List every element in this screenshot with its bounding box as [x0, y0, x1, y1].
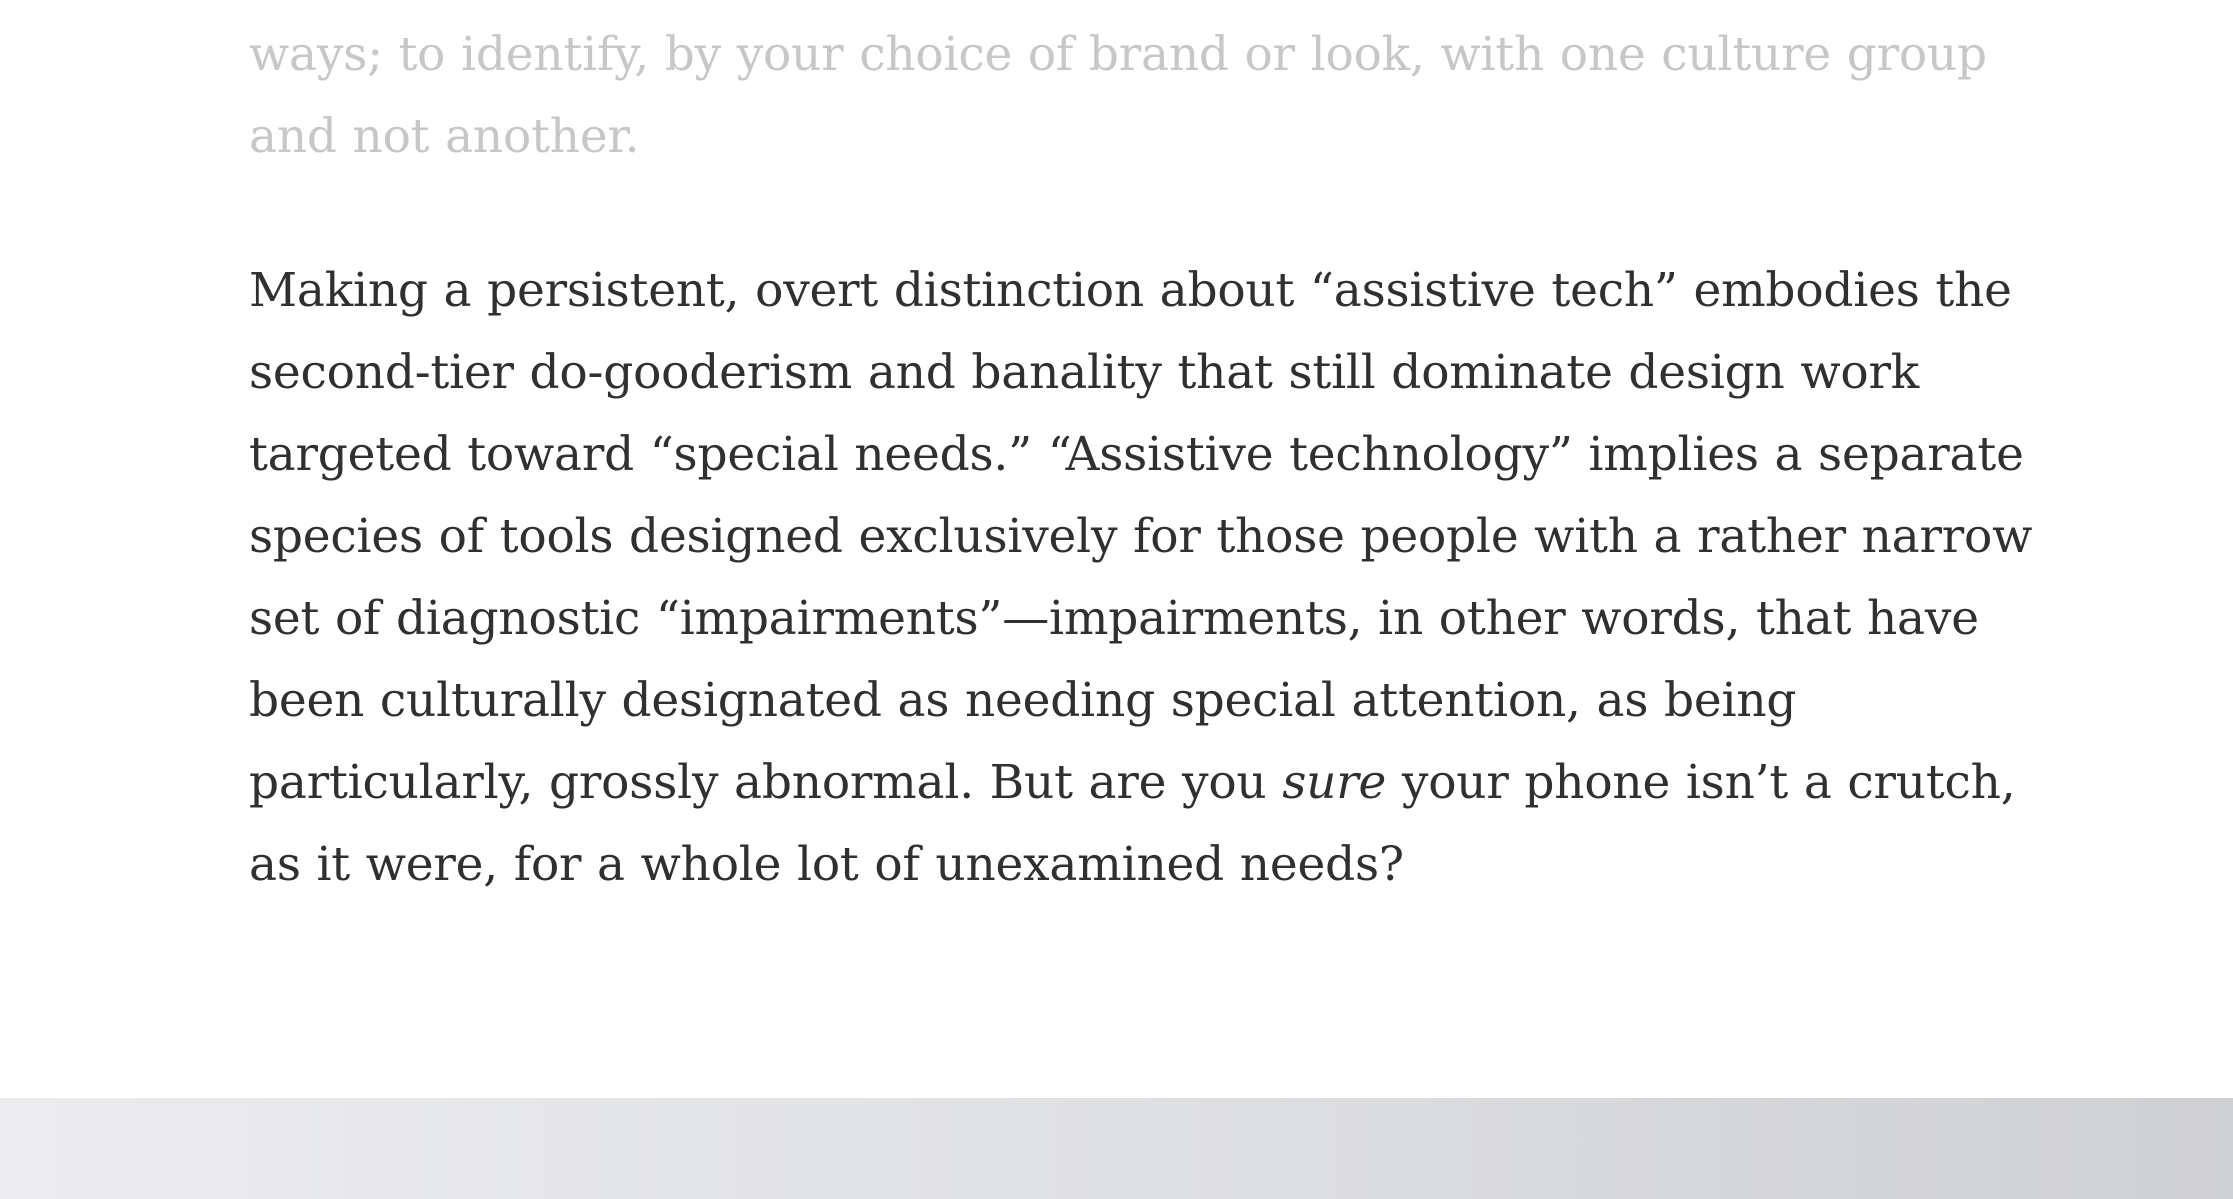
main-paragraph: Making a persistent, overt distinction a… [249, 250, 2039, 906]
article-body: ways; to identify, by your choice of bra… [249, 14, 2039, 906]
main-paragraph-text-start: Making a persistent, overt distinction a… [249, 263, 2033, 810]
faded-paragraph: ways; to identify, by your choice of bra… [249, 27, 1987, 164]
emphasis-word: sure [1282, 755, 1387, 810]
footer-bar [0, 1098, 2233, 1199]
